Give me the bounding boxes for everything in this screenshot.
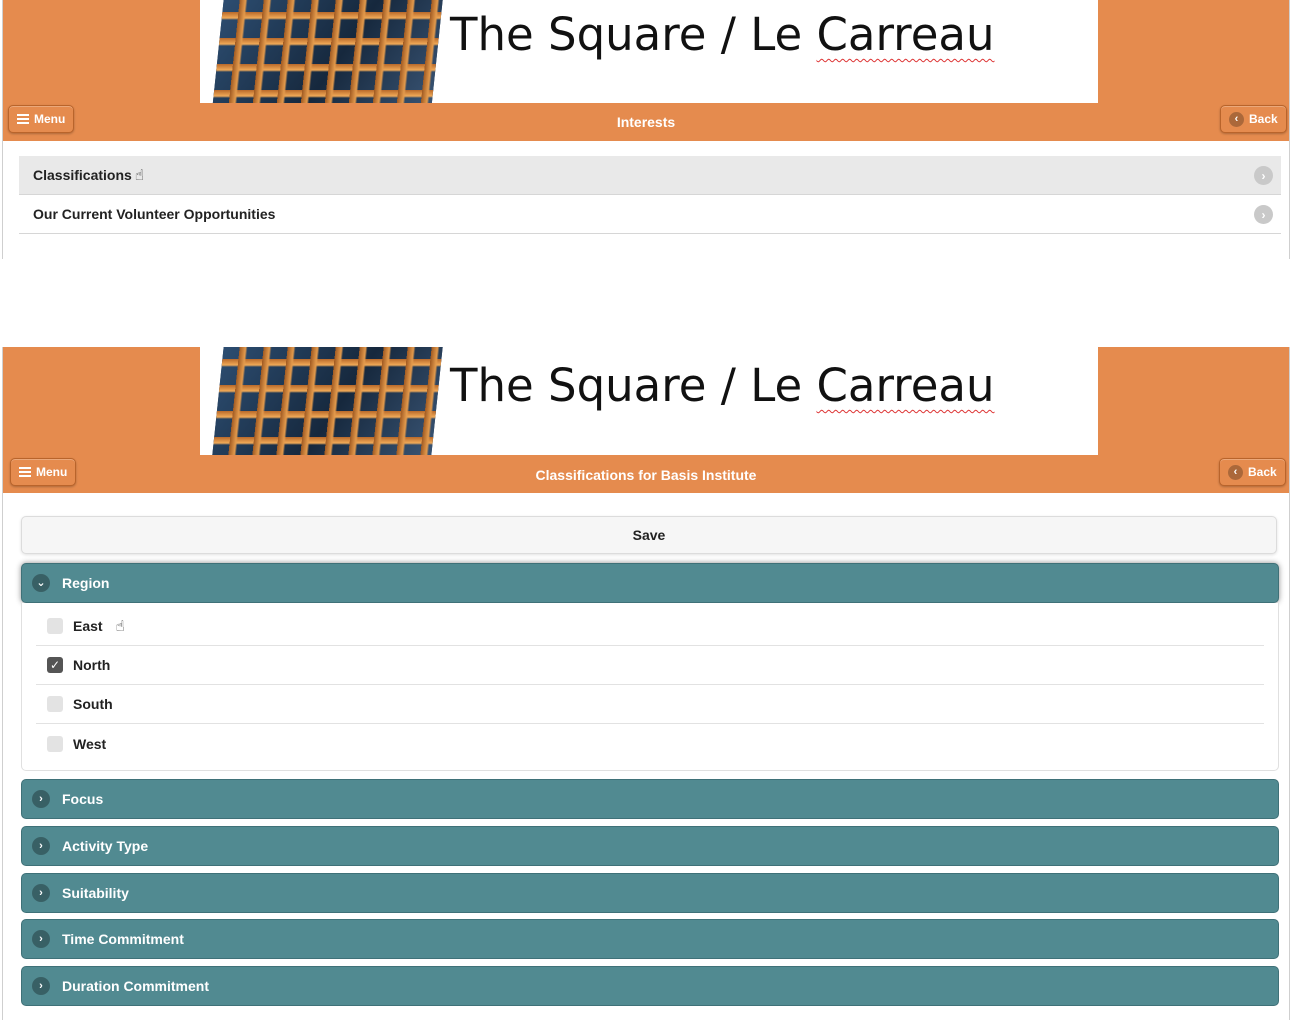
checkbox-box[interactable]: [47, 735, 63, 752]
list-item-classifications[interactable]: Classifications ☝ ›: [19, 156, 1281, 195]
back-button[interactable]: ‹ Back: [1220, 105, 1287, 133]
back-button[interactable]: ‹ Back: [1219, 458, 1286, 486]
section-suitability-header[interactable]: › Suitability: [21, 873, 1279, 913]
chevron-right-icon: ›: [32, 884, 50, 902]
site-banner: The Square / Le Carreau: [200, 347, 1098, 455]
region-options-panel: East ☝ ✓ North South West: [21, 603, 1279, 771]
checkbox-north[interactable]: ✓ North: [36, 646, 1264, 685]
chevron-left-icon: ‹: [1228, 464, 1243, 480]
save-button[interactable]: Save: [21, 516, 1277, 554]
section-activity-type-header[interactable]: › Activity Type: [21, 826, 1279, 866]
chevron-right-circle-icon: ›: [1254, 166, 1273, 185]
site-title: The Square / Le Carreau: [450, 8, 995, 61]
site-title: The Square / Le Carreau: [450, 359, 995, 412]
page-title: Classifications for Basis Institute: [535, 467, 757, 483]
chevron-right-circle-icon: ›: [1254, 205, 1273, 224]
checkbox-south[interactable]: South: [36, 685, 1264, 724]
section-focus-header[interactable]: › Focus: [21, 779, 1279, 819]
checkbox-box[interactable]: [47, 696, 63, 712]
page-title: Interests: [616, 114, 676, 130]
section-duration-commitment-header[interactable]: › Duration Commitment: [21, 966, 1279, 1006]
checkbox-box[interactable]: [47, 618, 63, 634]
checkmark-icon[interactable]: ✓: [47, 657, 63, 673]
chevron-right-icon: ›: [32, 837, 50, 855]
section-region-header[interactable]: ⌄ Region: [21, 563, 1279, 603]
list-item-volunteer-opportunities[interactable]: Our Current Volunteer Opportunities ›: [19, 195, 1281, 234]
hand-pointer-cursor-icon: ☝: [134, 167, 144, 184]
chevron-right-icon: ›: [32, 930, 50, 948]
chevron-right-icon: ›: [32, 790, 50, 808]
site-banner: The Square / Le Carreau: [200, 0, 1098, 103]
chevron-down-icon: ⌄: [32, 574, 50, 592]
checkbox-west[interactable]: West: [36, 724, 1264, 763]
interests-screen: The Square / Le Carreau Menu Interests ‹…: [2, 0, 1290, 259]
section-time-commitment-header[interactable]: › Time Commitment: [21, 919, 1279, 959]
chevron-right-icon: ›: [32, 977, 50, 995]
chevron-left-icon: ‹: [1229, 111, 1244, 127]
building-photo: [211, 0, 444, 103]
hand-pointer-cursor-icon: ☝: [115, 618, 125, 635]
checkbox-east[interactable]: East ☝: [36, 607, 1264, 646]
building-photo: [211, 347, 444, 455]
classifications-screen: The Square / Le Carreau Menu Classificat…: [2, 347, 1290, 1020]
